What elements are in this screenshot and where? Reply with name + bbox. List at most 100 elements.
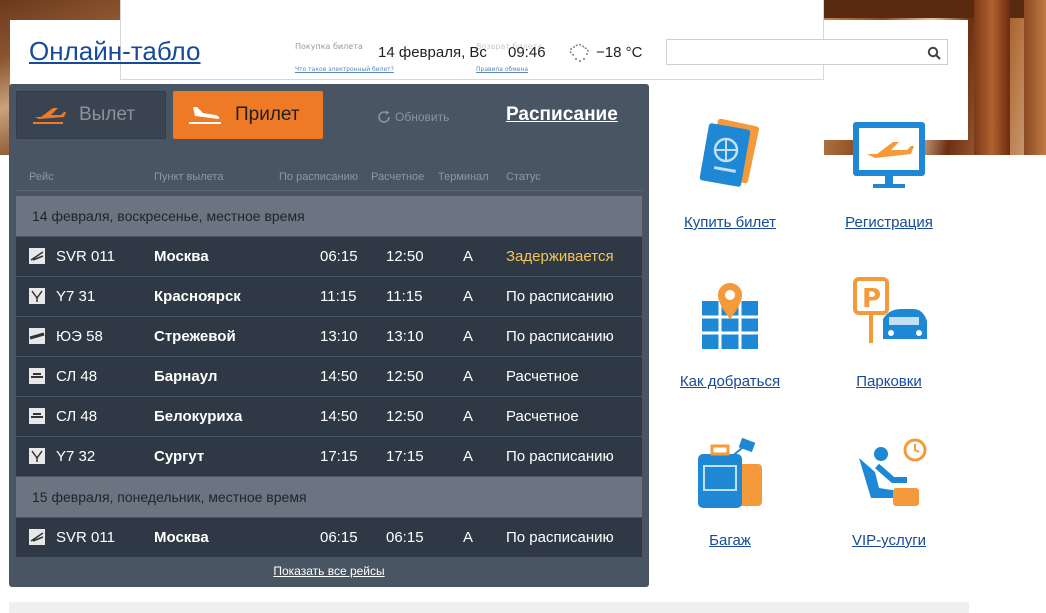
- svg-text:P: P: [862, 284, 881, 314]
- arrival-plane-icon: [189, 107, 221, 124]
- terminal: A: [463, 408, 474, 425]
- ticket-passport-icon: [699, 118, 760, 187]
- scheduled-time: 14:50: [320, 408, 358, 425]
- date-group-header: 15 февраля, понедельник, местное время: [16, 477, 642, 517]
- flight-number: Y7 32: [56, 448, 96, 465]
- flight-number: СЛ 48: [56, 408, 98, 425]
- map-pin-icon: [702, 283, 758, 349]
- estimated-time: 13:10: [386, 328, 424, 345]
- airline-logo-icon: [29, 368, 45, 384]
- tab-departure[interactable]: Вылет: [16, 91, 166, 139]
- tab-departure-label: Вылет: [79, 104, 136, 125]
- origin-city: Стрежевой: [154, 328, 236, 345]
- service-directions[interactable]: Как добраться: [665, 277, 795, 390]
- service-checkin-label: Регистрация: [845, 214, 933, 231]
- column-header-flight: Рейс: [29, 171, 54, 183]
- estimated-time: 11:15: [386, 288, 423, 305]
- column-header-status: Статус: [506, 171, 541, 183]
- column-header-origin: Пункт вылета: [154, 171, 224, 183]
- origin-city: Москва: [154, 529, 209, 546]
- search-input[interactable]: [666, 39, 948, 65]
- flight-status: Задерживается: [506, 248, 614, 265]
- checkin-monitor-icon: [853, 122, 925, 188]
- airline-logo-icon: [29, 328, 45, 344]
- airline-logo-icon: [29, 408, 45, 424]
- flight-number: SVR 011: [56, 529, 115, 546]
- scheduled-time: 11:15: [320, 288, 357, 305]
- ad-text-buy[interactable]: Покупка билета: [295, 42, 363, 51]
- airline-logo-icon: [29, 529, 45, 545]
- table-row[interactable]: Y7 31 Красноярск 11:15 11:15 A По распис…: [16, 277, 642, 317]
- origin-city: Москва: [154, 248, 209, 265]
- terminal: A: [463, 248, 474, 265]
- table-row[interactable]: SVR 011 Москва 06:15 12:50 A Задерживает…: [16, 237, 642, 277]
- flight-number: СЛ 48: [56, 368, 98, 385]
- service-buy-ticket-label: Купить билет: [683, 214, 777, 231]
- service-parking[interactable]: P Парковки: [824, 277, 954, 390]
- table-row[interactable]: SVR 011 Москва 06:15 06:15 A По расписан…: [16, 518, 642, 558]
- service-vip-label: VIP-услуги: [851, 532, 927, 549]
- tab-arrival-label: Прилет: [235, 104, 300, 125]
- service-vip[interactable]: VIP-услуги: [824, 436, 954, 549]
- column-header-terminal: Терминал: [438, 171, 489, 183]
- airline-logo-icon: [29, 448, 45, 464]
- estimated-time: 06:15: [386, 529, 424, 546]
- flight-status: По расписанию: [506, 448, 614, 465]
- flight-board: Вылет Прилет Обновить Расписание Рейс Пу…: [9, 84, 649, 587]
- tab-arrival[interactable]: Прилет: [173, 91, 323, 139]
- terminal: A: [463, 368, 474, 385]
- terminal: A: [463, 288, 474, 305]
- column-header-scheduled: По расписанию: [279, 171, 359, 183]
- flight-number: Y7 31: [56, 288, 96, 305]
- origin-city: Сургут: [154, 448, 205, 465]
- schedule-link[interactable]: Расписание: [506, 104, 618, 126]
- estimated-time: 12:50: [386, 248, 424, 265]
- service-parking-label: Парковки: [856, 373, 922, 390]
- date-group-header: 14 февраля, воскресенье, местное время: [16, 196, 642, 236]
- luggage-icon: [698, 437, 762, 508]
- footer-bar: [9, 602, 969, 613]
- parking-car-icon: P: [853, 277, 927, 343]
- airline-logo-icon: [29, 248, 45, 264]
- table-row[interactable]: СЛ 48 Белокуриха 14:50 12:50 A Расчетное: [16, 397, 642, 437]
- refresh-icon: [378, 110, 390, 123]
- scheduled-time: 06:15: [320, 248, 358, 265]
- table-row[interactable]: Y7 32 Сургут 17:15 17:15 A По расписанию: [16, 437, 642, 477]
- ad-link-eticket[interactable]: Что такое электронный билет?: [295, 66, 394, 73]
- terminal: A: [463, 328, 474, 345]
- service-directions-label: Как добраться: [679, 373, 781, 390]
- scheduled-time: 06:15: [320, 529, 358, 546]
- current-time: 09:46: [508, 44, 546, 61]
- table-row[interactable]: ЮЭ 58 Стрежевой 13:10 13:10 A По расписа…: [16, 317, 642, 357]
- scheduled-time: 17:15: [320, 448, 358, 465]
- service-baggage-label: Багаж: [709, 532, 751, 549]
- flight-number: ЮЭ 58: [56, 328, 103, 345]
- flight-status: Расчетное: [506, 368, 579, 385]
- temperature: −18 °C: [596, 44, 643, 61]
- flight-status: По расписанию: [506, 288, 614, 305]
- table-row[interactable]: СЛ 48 Барнаул 14:50 12:50 A Расчетное: [16, 357, 642, 397]
- current-date: 14 февраля, Вс: [378, 44, 487, 61]
- flight-status: По расписанию: [506, 328, 614, 345]
- refresh-button[interactable]: Обновить: [377, 110, 449, 124]
- service-buy-ticket[interactable]: Купить билет: [665, 118, 795, 231]
- service-baggage[interactable]: Багаж: [665, 436, 795, 549]
- flight-status: Расчетное: [506, 408, 579, 425]
- show-all-flights-link[interactable]: Показать все рейсы: [9, 564, 649, 578]
- origin-city: Красноярск: [154, 288, 241, 305]
- ad-link-exchange[interactable]: Правила обмена: [476, 66, 528, 73]
- scheduled-time: 14:50: [320, 368, 358, 385]
- service-checkin[interactable]: Регистрация: [824, 118, 954, 231]
- search-icon[interactable]: [927, 45, 941, 64]
- estimated-time: 12:50: [386, 368, 424, 385]
- terminal: A: [463, 448, 474, 465]
- page-title[interactable]: Онлайн-табло: [29, 36, 200, 67]
- refresh-label: Обновить: [395, 110, 450, 124]
- departure-plane-icon: [33, 108, 66, 124]
- terminal: A: [463, 529, 474, 546]
- flight-number: SVR 011: [56, 248, 115, 265]
- divider: [16, 190, 643, 191]
- origin-city: Белокуриха: [154, 408, 243, 425]
- column-header-estimated: Расчетное: [371, 171, 425, 183]
- origin-city: Барнаул: [154, 368, 218, 385]
